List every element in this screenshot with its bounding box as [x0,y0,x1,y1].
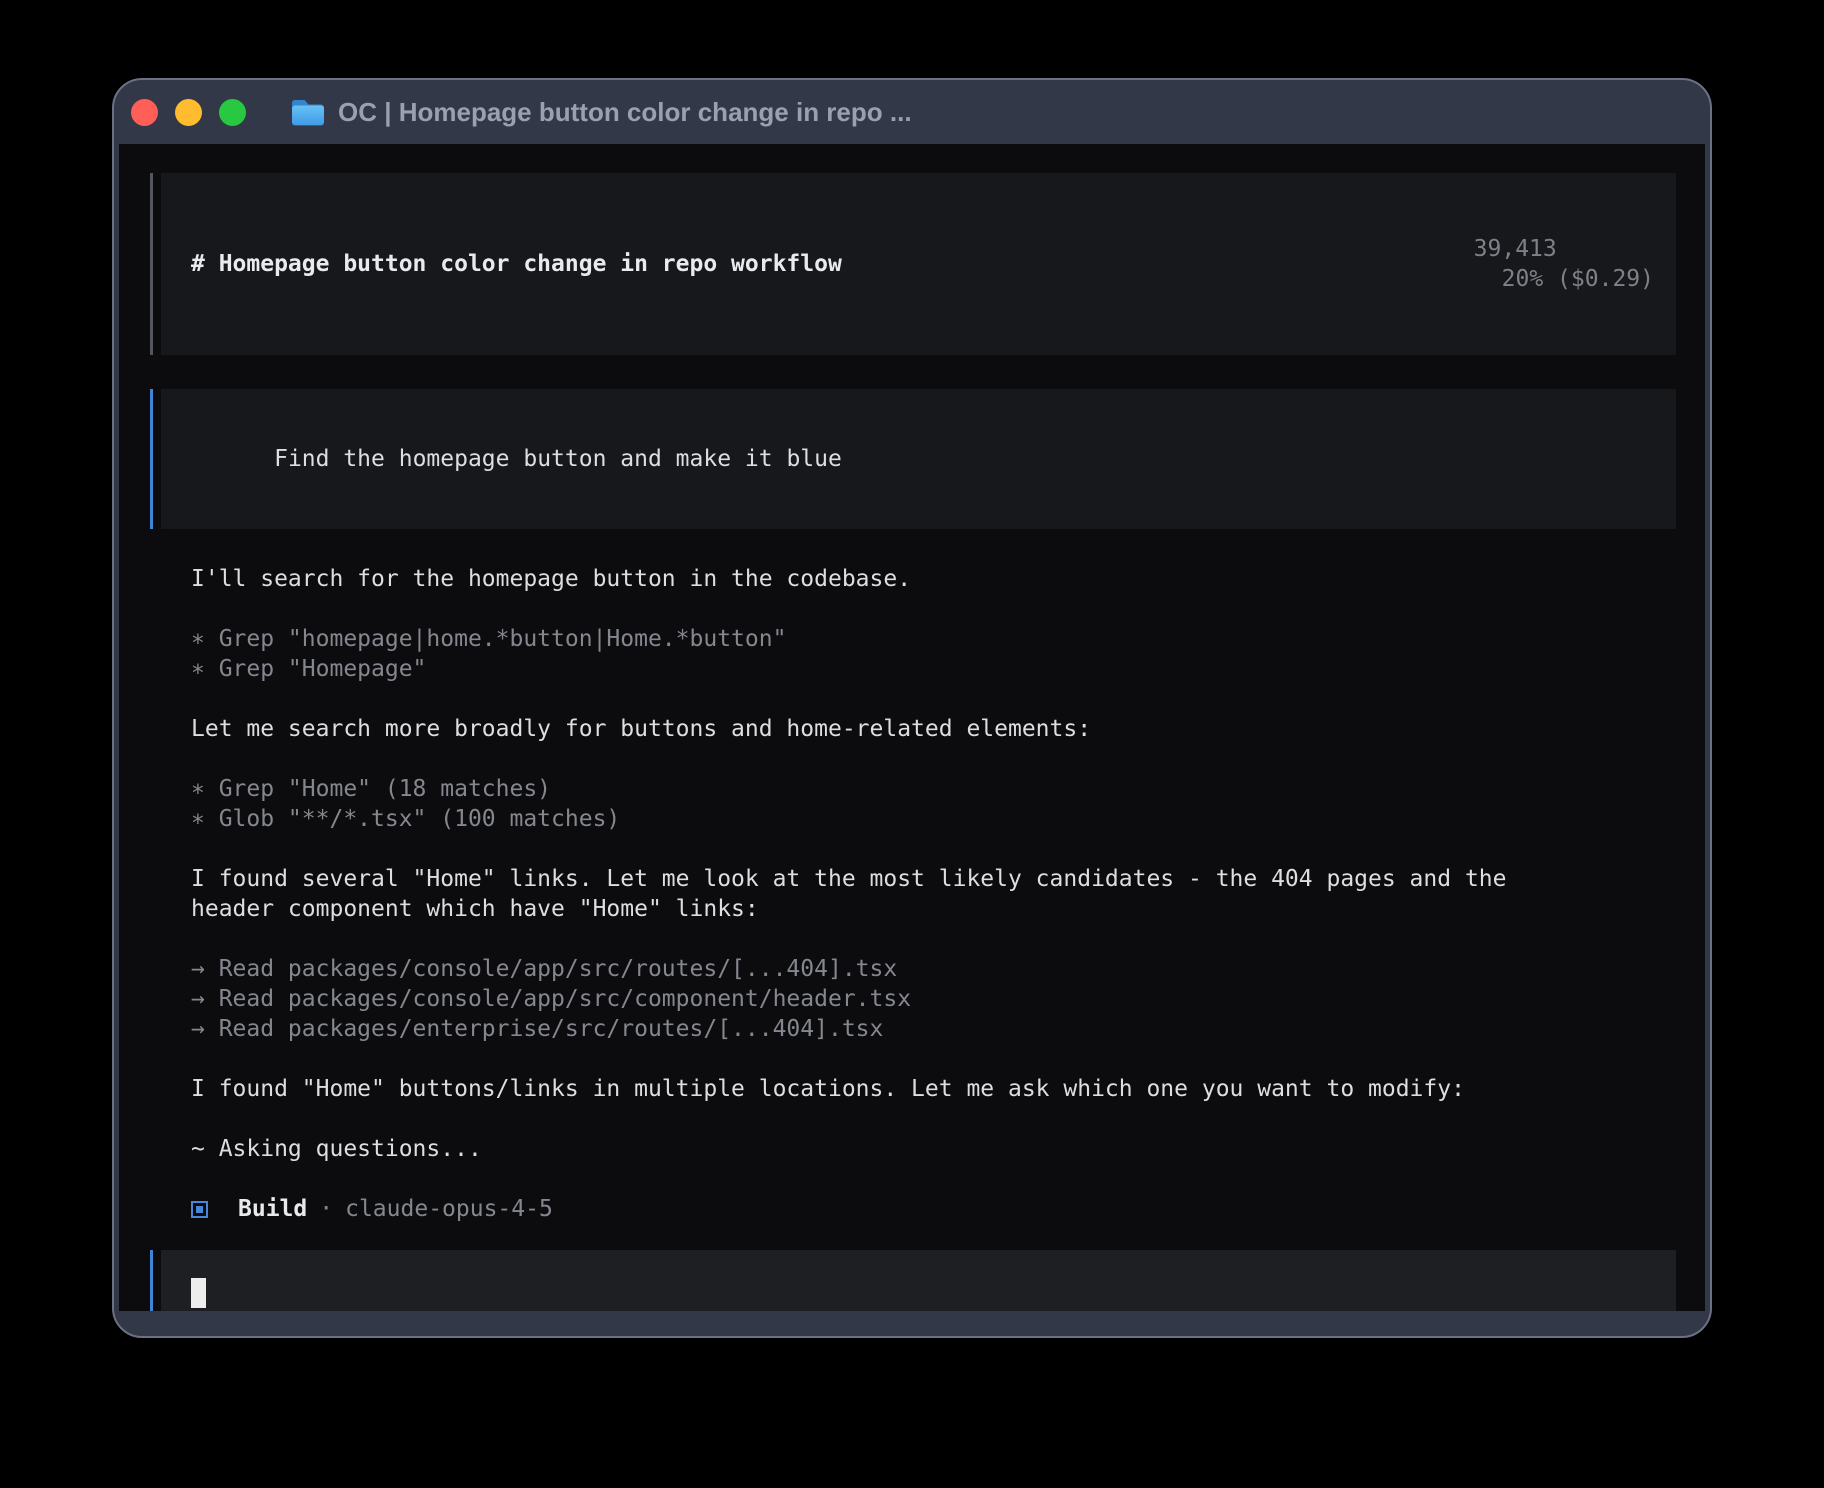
terminal-content: # Homepage button color change in repo w… [119,144,1705,1311]
transcript-line: ∗ Grep "homepage|home.*button|Home.*butt… [191,624,1676,654]
transcript-line: → Read packages/console/app/src/routes/[… [191,954,1676,984]
build-agent-icon-dot [196,1206,203,1213]
transcript-line: ∗ Grep "Home" (18 matches) [191,774,1676,804]
transcript-line: Let me search more broadly for buttons a… [191,714,1676,744]
transcript-line [191,1164,1676,1194]
session-stats: 39,413 20% ($0.29) [1363,204,1654,324]
agent-badge: Build · claude-opus-4-5 [191,1194,1676,1224]
session-header: # Homepage button color change in repo w… [161,173,1676,355]
prompt-input[interactable]: Build Claude Opus 4.5 OpenCode Zen [161,1250,1676,1311]
user-message: Find the homepage button and make it blu… [161,389,1676,529]
transcript-line-text: ∗ Grep "homepage|home.*button|Home.*butt… [191,626,786,652]
badge-separator: · [319,1194,333,1224]
transcript-line [191,594,1676,624]
token-count: 39,413 [1474,236,1557,262]
folder-icon [290,98,326,127]
transcript-line-text: → Read packages/enterprise/src/routes/[.… [191,1016,883,1042]
window-bottom-strip [114,1311,1710,1336]
transcript-line: → Read packages/console/app/src/componen… [191,984,1676,1014]
transcript-line-text: I'll search for the homepage button in t… [191,566,911,592]
transcript-line: I found several "Home" links. Let me loo… [191,864,1676,894]
transcript-line: → Read packages/enterprise/src/routes/[.… [191,1014,1676,1044]
transcript-line [191,834,1676,864]
transcript-line-text: ~ Asking questions... [191,1136,482,1162]
context-usage: 20% ($0.29) [1502,266,1654,292]
transcript-line [191,684,1676,714]
transcript-line: header component which have "Home" links… [191,894,1676,924]
transcript-line [191,1044,1676,1074]
transcript-line-text: ∗ Grep "Home" (18 matches) [191,776,551,802]
window-titlebar[interactable]: OC | Homepage button color change in rep… [114,80,1710,144]
transcript-line: ∗ Glob "**/*.tsx" (100 matches) [191,804,1676,834]
transcript-line-text: Let me search more broadly for buttons a… [191,716,1091,742]
transcript-line-text: ∗ Grep "Homepage" [191,656,426,682]
transcript-line: ∗ Grep "Homepage" [191,654,1676,684]
transcript-line: I found "Home" buttons/links in multiple… [191,1074,1676,1104]
text-cursor [191,1278,206,1308]
build-agent-icon [191,1201,208,1218]
agent-model: claude-opus-4-5 [345,1194,553,1224]
terminal-window: OC | Homepage button color change in rep… [112,78,1712,1338]
close-button[interactable] [131,99,158,126]
transcript-line-text: header component which have "Home" links… [191,896,759,922]
agent-name: Build [238,1194,307,1224]
transcript-line [191,744,1676,774]
transcript-line-text: ∗ Glob "**/*.tsx" (100 matches) [191,806,620,832]
transcript-line: ~ Asking questions... [191,1134,1676,1164]
transcript-line-text: I found several "Home" links. Let me loo… [191,866,1506,892]
transcript-line-text: I found "Home" buttons/links in multiple… [191,1076,1465,1102]
transcript-line [191,1104,1676,1134]
user-message-text: Find the homepage button and make it blu… [274,446,842,472]
zoom-button[interactable] [219,99,246,126]
transcript: I'll search for the homepage button in t… [191,564,1676,1194]
transcript-line: I'll search for the homepage button in t… [191,564,1676,594]
transcript-line-text: → Read packages/console/app/src/routes/[… [191,956,897,982]
session-title: # Homepage button color change in repo w… [191,249,842,279]
window-title: OC | Homepage button color change in rep… [338,97,912,128]
transcript-line [191,924,1676,954]
transcript-line-text: → Read packages/console/app/src/componen… [191,986,911,1012]
minimize-button[interactable] [175,99,202,126]
